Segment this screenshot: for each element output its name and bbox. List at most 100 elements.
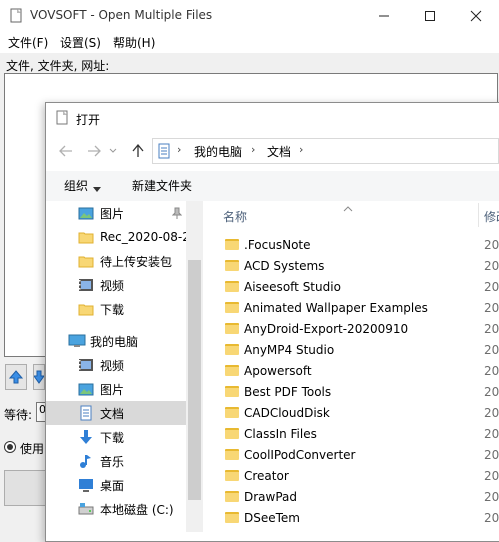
nav-item[interactable]: 视频: [46, 273, 186, 297]
documents-icon: [78, 405, 94, 421]
menu-help[interactable]: 帮助(H): [113, 34, 155, 51]
file-row[interactable]: ClassIn Files 20: [203, 424, 499, 445]
file-row[interactable]: ACD Systems 20: [203, 256, 499, 277]
file-row[interactable]: Animated Wallpaper Examples 20: [203, 298, 499, 319]
nav-item[interactable]: 我的电脑: [46, 329, 186, 353]
file-name: DSeeTem: [244, 511, 300, 525]
organize-button[interactable]: 组织: [64, 177, 88, 194]
documents-location-icon: [157, 143, 171, 159]
nav-item-label: 下载: [100, 302, 125, 317]
breadcrumb-computer[interactable]: 我的电脑: [194, 143, 242, 160]
folder-icon: [225, 344, 239, 355]
folder-icon: [225, 281, 239, 292]
nav-item-label: 下载: [100, 430, 125, 445]
nav-item[interactable]: 文档: [46, 401, 186, 425]
breadcrumb-separator-icon: ›: [251, 143, 256, 156]
chevron-down-icon: [109, 148, 117, 153]
file-row[interactable]: Best PDF Tools 20: [203, 382, 499, 403]
nav-item[interactable]: 桌面: [46, 473, 186, 497]
recent-locations-button[interactable]: [106, 141, 120, 161]
file-row[interactable]: AnyMP4 Studio 20: [203, 340, 499, 361]
use-radio-label: 使用: [20, 442, 45, 456]
nav-item[interactable]: 待上传安装包: [46, 249, 186, 273]
folder-icon: [225, 491, 239, 502]
close-button[interactable]: [453, 0, 499, 31]
nav-item-label: 本地磁盘 (C:): [100, 502, 174, 517]
nav-item[interactable]: 图片: [46, 201, 186, 225]
move-up-button[interactable]: [5, 364, 27, 390]
nav-item[interactable]: 下载: [46, 297, 186, 321]
nav-item-label: 文档: [100, 406, 125, 421]
file-date: 20: [484, 385, 499, 399]
nav-item[interactable]: 音乐: [46, 449, 186, 473]
dialog-app-icon: [54, 110, 70, 126]
file-name: CADCloudDisk: [244, 406, 330, 420]
nav-item-label: 音乐: [100, 454, 125, 469]
minimize-button[interactable]: [361, 0, 407, 31]
menu-file[interactable]: 文件(F): [8, 34, 48, 51]
app-logo-icon: [8, 8, 24, 24]
file-row[interactable]: .FocusNote 20: [203, 235, 499, 256]
file-row[interactable]: CADCloudDisk 20: [203, 403, 499, 424]
nav-item[interactable]: 本地磁盘 (C:): [46, 497, 186, 521]
nav-item-label: 我的电脑: [90, 334, 139, 349]
file-row[interactable]: Apowersoft 20: [203, 361, 499, 382]
breadcrumb-separator-icon: ›: [177, 143, 182, 156]
file-date: 20: [484, 511, 499, 525]
nav-item-label: 桌面: [100, 478, 125, 493]
files-label: 文件, 文件夹, 网址:: [6, 59, 110, 73]
file-date: 20: [484, 364, 499, 378]
nav-item[interactable]: 图片: [46, 377, 186, 401]
nav-item-label: Rec_2020-08-2: [100, 230, 186, 244]
nav-item-label: 待上传安装包: [100, 254, 173, 269]
file-name: ClassIn Files: [244, 427, 317, 441]
new-folder-button[interactable]: 新建文件夹: [132, 177, 192, 194]
navigation-scroll-thumb[interactable]: [188, 260, 201, 500]
menu-settings[interactable]: 设置(S): [60, 34, 101, 51]
file-row[interactable]: Creator 20: [203, 466, 499, 487]
file-row[interactable]: AnyDroid-Export-20200910 20: [203, 319, 499, 340]
wait-label: 等待:: [4, 408, 33, 422]
move-down-button[interactable]: [33, 364, 45, 390]
file-name: AnyMP4 Studio: [244, 343, 335, 357]
file-name: AnyDroid-Export-20200910: [244, 322, 409, 336]
nav-item[interactable]: 下载: [46, 425, 186, 449]
file-row[interactable]: Aiseesoft Studio 20: [203, 277, 499, 298]
pin-icon: [171, 207, 183, 219]
file-date: 20: [484, 322, 499, 336]
folder-icon: [225, 407, 239, 418]
up-button[interactable]: [128, 141, 148, 161]
file-date: 20: [484, 490, 499, 504]
name-column-header[interactable]: 名称: [223, 208, 247, 225]
date-column-header[interactable]: 修改: [484, 208, 499, 225]
folder-icon: [225, 302, 239, 313]
arrow-right-icon: [88, 145, 101, 157]
arrow-up-icon: [132, 144, 144, 157]
folder-icon: [78, 229, 94, 245]
file-date: 20: [484, 448, 499, 462]
nav-item[interactable]: 视频: [46, 353, 186, 377]
use-radio[interactable]: [4, 441, 16, 453]
forward-button[interactable]: [84, 141, 104, 161]
file-row[interactable]: DrawPad 20: [203, 487, 499, 508]
folder-icon: [225, 512, 239, 523]
music-icon: [78, 453, 94, 469]
file-row[interactable]: CoolIPodConverter 20: [203, 445, 499, 466]
folder-icon: [225, 428, 239, 439]
file-name: ACD Systems: [244, 259, 325, 273]
dialog-title: 打开: [76, 113, 101, 127]
file-name: Best PDF Tools: [244, 385, 332, 399]
column-divider[interactable]: [478, 203, 479, 227]
organize-dropdown-icon: [93, 182, 101, 192]
nav-item[interactable]: Rec_2020-08-2: [46, 225, 186, 249]
app-title: VOVSOFT - Open Multiple Files: [30, 8, 213, 22]
nav-item-label: 视频: [100, 278, 125, 293]
arrow-up-icon: [9, 370, 23, 384]
back-button[interactable]: [56, 141, 76, 161]
file-date: 20: [484, 343, 499, 357]
breadcrumb-documents[interactable]: 文档: [267, 143, 291, 160]
file-row[interactable]: DSeeTem 20: [203, 508, 499, 529]
maximize-button[interactable]: [407, 0, 453, 31]
computer-icon: [68, 333, 86, 349]
folder-icon: [225, 449, 239, 460]
